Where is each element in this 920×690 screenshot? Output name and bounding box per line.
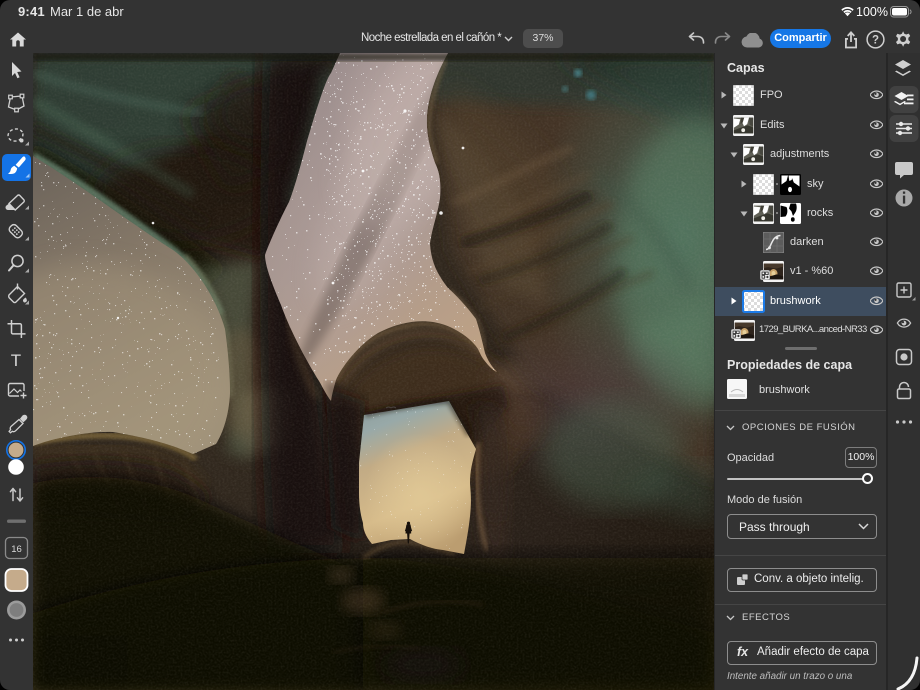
svg-text:16: 16: [11, 544, 22, 555]
svg-text:?: ?: [872, 35, 879, 47]
svg-text:T: T: [11, 351, 21, 370]
